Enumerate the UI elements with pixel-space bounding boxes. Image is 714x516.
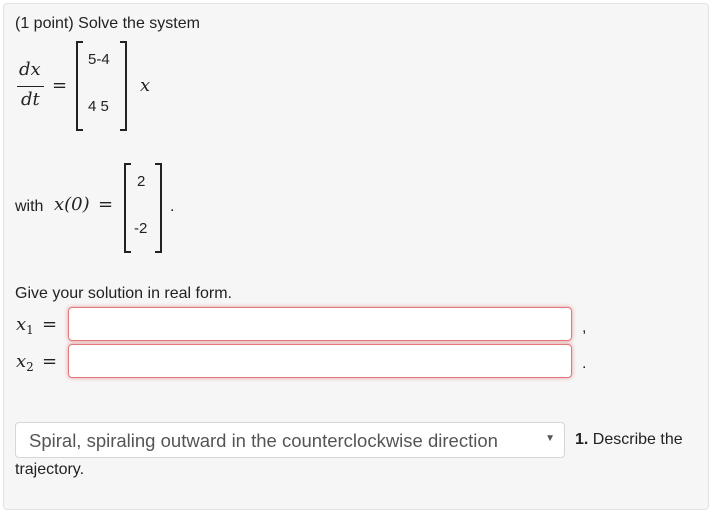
deriv-denominator: dt <box>21 89 40 110</box>
x2-answer-input[interactable] <box>68 344 572 378</box>
vector-left-bracket <box>124 163 131 253</box>
trajectory-selected-value: Spiral, spiraling outward in the counter… <box>29 430 498 451</box>
matrix-row-2: 4 5 <box>88 98 109 115</box>
x2-label: x2 <box>16 351 34 374</box>
matrix-left-bracket <box>76 41 83 131</box>
initial-period: . <box>170 198 175 215</box>
variable-x: x <box>140 75 151 96</box>
matrix-right-bracket <box>120 41 127 131</box>
problem-panel: (1 point) Solve the system dx dt = 5-4 4… <box>3 3 709 510</box>
question-number: 1. <box>575 431 589 448</box>
vector-right-bracket <box>155 163 162 253</box>
trajectory-select[interactable]: Spiral, spiraling outward in the counter… <box>15 422 565 458</box>
x1-answer-input[interactable] <box>68 307 572 341</box>
instructions: Give your solution in real form. <box>15 285 232 302</box>
chevron-down-icon: ▼ <box>545 433 555 444</box>
question-text: Describe the <box>592 431 683 448</box>
initial-equals: = <box>98 194 114 215</box>
x1-trailing-comma: , <box>582 319 587 336</box>
vector-row-1: 2 <box>137 173 146 190</box>
matrix-row-1: 5-4 <box>88 51 110 68</box>
x1-equals: = <box>42 314 58 335</box>
x2-trailing-period: . <box>582 355 587 372</box>
x1-label: x1 <box>16 314 34 337</box>
problem-header: (1 point) Solve the system <box>15 15 200 32</box>
initial-prefix: with <box>15 198 44 215</box>
initial-lhs: x(0) <box>54 194 90 215</box>
deriv-numerator: dx <box>19 59 41 80</box>
trajectory-question-continued: trajectory. <box>15 461 85 478</box>
equals-sign: = <box>52 75 68 96</box>
vector-row-2: -2 <box>134 220 148 237</box>
fraction-bar <box>17 86 44 87</box>
x2-equals: = <box>42 351 58 372</box>
trajectory-question: 1. Describe the <box>575 430 683 450</box>
